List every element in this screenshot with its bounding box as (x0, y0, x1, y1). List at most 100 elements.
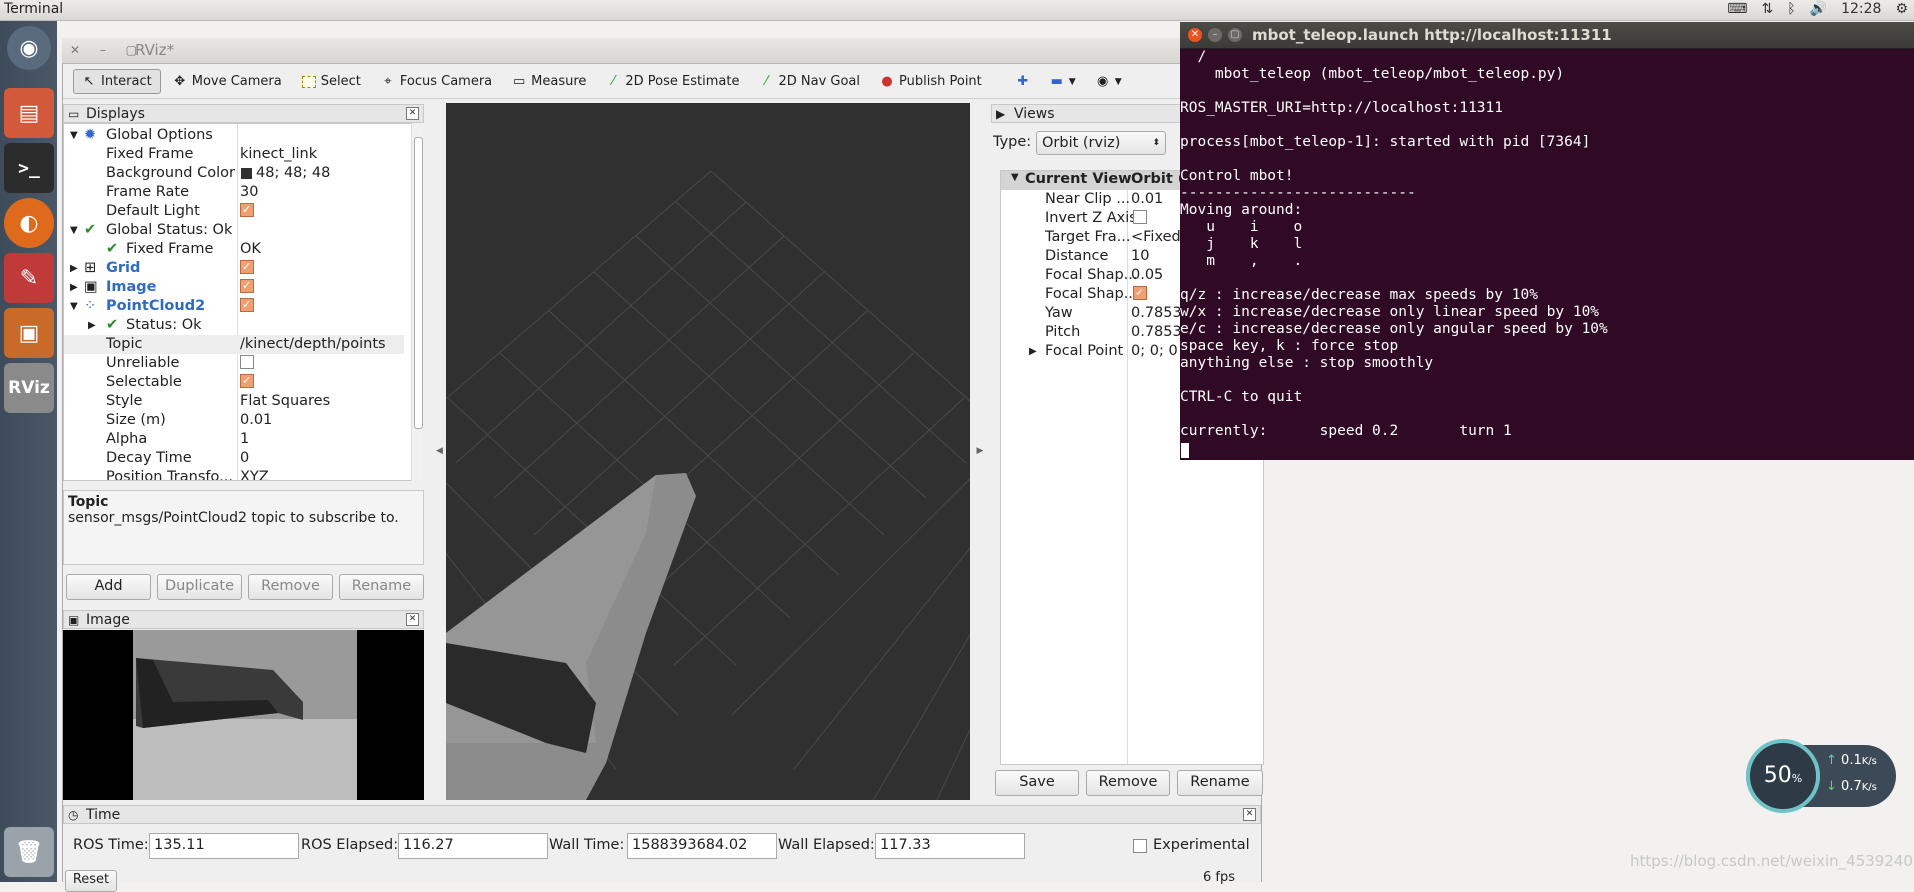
terminal-text: / mbot_teleop (mbot_teleop/mbot_teleop.p… (1180, 49, 1608, 439)
displays-scrollbar[interactable] (411, 123, 423, 481)
tree-row-default-light[interactable]: Default Light (64, 200, 404, 221)
expand-arrow-icon[interactable]: ▼ (70, 126, 78, 145)
cursor-icon: ↖ (83, 73, 95, 89)
tree-row-unreliable[interactable]: Unreliable (64, 354, 404, 373)
firefox-icon[interactable]: ◐ (4, 198, 54, 248)
focal-shape-checkbox[interactable] (1133, 283, 1147, 302)
tree-row-alpha[interactable]: Alpha 1 (64, 430, 404, 449)
expand-arrow-icon[interactable]: ▶ (88, 316, 96, 335)
bluetooth-icon[interactable]: ᛒ (1787, 1, 1795, 17)
tree-row-frame-rate[interactable]: Frame Rate 30 (64, 183, 404, 202)
image-checkbox[interactable] (240, 276, 254, 295)
tree-row-grid[interactable]: ▶ ⊞ Grid (64, 257, 404, 278)
measure-tool[interactable]: ▭ Measure (504, 70, 594, 93)
selectable-checkbox[interactable] (240, 371, 254, 390)
reset-button[interactable]: Reset (65, 870, 117, 892)
clock-icon: ◷ (68, 808, 79, 822)
ros-elapsed-field[interactable]: 116.27 (398, 833, 548, 859)
description-text: sensor_msgs/PointCloud2 topic to subscri… (68, 510, 399, 526)
tree-row-size[interactable]: Size (m) 0.01 (64, 411, 404, 430)
duplicate-button[interactable]: Duplicate (157, 574, 242, 600)
pose-estimate-tool[interactable]: ⁄ 2D Pose Estimate (598, 70, 747, 93)
tree-row-selectable[interactable]: Selectable (64, 371, 404, 392)
trash-icon[interactable]: 🗑 (4, 827, 54, 877)
maximize-icon[interactable]: ▢ (1228, 28, 1242, 42)
minimize-icon[interactable]: – (1208, 28, 1222, 42)
expand-arrow-icon[interactable]: ▶ (70, 278, 78, 297)
ubuntu-dash-icon[interactable]: ◉ (7, 26, 51, 70)
tree-row-position-transformer[interactable]: Position Transfo... XYZ (64, 468, 404, 480)
tree-row-global-options[interactable]: ▼ ✹ Global Options (64, 126, 404, 145)
tree-row-topic[interactable]: Topic/kinect/depth/points (64, 335, 404, 354)
add-tool-button[interactable]: ✚ (1008, 71, 1038, 93)
tree-row-style[interactable]: Style Flat Squares (64, 392, 404, 411)
view-type-select[interactable]: Orbit (rviz) ⬍ (1036, 131, 1166, 155)
power-icon[interactable]: ⚙ (1895, 1, 1908, 17)
window-controls[interactable]: ✕ – ▢ (70, 43, 145, 57)
rviz-icon[interactable]: RViz (4, 363, 54, 413)
expand-arrow-icon[interactable]: ▼ (70, 297, 78, 316)
tree-row-fixed-frame[interactable]: Fixed Frame kinect_link (64, 145, 404, 164)
views-remove-button[interactable]: Remove (1086, 770, 1170, 796)
move-camera-tool[interactable]: ✥ Move Camera (165, 70, 290, 93)
unreliable-checkbox[interactable] (240, 355, 254, 369)
upload-speed: ↑ 0.1K/s (1826, 753, 1877, 768)
expand-arrow-icon[interactable]: ▶ (1029, 342, 1037, 361)
remove-button[interactable]: Remove (248, 574, 333, 600)
3d-render-view[interactable] (446, 103, 970, 800)
tree-row-background-color[interactable]: Background Color 48; 48; 48 (64, 164, 404, 183)
views-save-button[interactable]: Save (995, 770, 1079, 796)
nav-goal-tool[interactable]: ⁄ 2D Nav Goal (751, 70, 868, 93)
close-icon[interactable]: ✕ (1188, 28, 1202, 42)
network-icon[interactable]: ⇅ (1762, 1, 1774, 17)
color-swatch[interactable] (241, 168, 252, 179)
settings-icon[interactable]: ✎ (4, 253, 54, 303)
tree-row-fixed-frame-status[interactable]: ✔ Fixed Frame OK (64, 240, 404, 259)
launcher: ◉ ▤ >_ ◐ ✎ ▣ RViz 🗑 (0, 21, 57, 882)
expand-arrow-icon[interactable]: ▶ (70, 259, 78, 278)
camera-type-button[interactable]: ◉ ▼ (1088, 71, 1130, 93)
terminal-icon[interactable]: >_ (4, 143, 54, 193)
ros-time-label: ROS Time: (73, 837, 149, 853)
grid-checkbox[interactable] (240, 257, 254, 276)
experimental-checkbox[interactable] (1133, 839, 1147, 853)
close-icon[interactable]: ✕ (1243, 808, 1256, 821)
clock[interactable]: 12:28 (1841, 1, 1881, 17)
tree-row-global-status[interactable]: ▼ ✔ Global Status: Ok (64, 221, 404, 240)
expand-arrow-icon[interactable]: ▼ (1011, 172, 1019, 183)
ros-time-field[interactable]: 135.11 (149, 833, 299, 859)
close-icon[interactable]: ✕ (406, 107, 419, 120)
rename-button[interactable]: Rename (339, 574, 424, 600)
select-tool[interactable]: Select (294, 70, 369, 93)
experimental-label: Experimental (1153, 837, 1250, 853)
views-rename-button[interactable]: Rename (1177, 770, 1263, 796)
focus-camera-tool[interactable]: ⌖ Focus Camera (373, 70, 500, 93)
interact-tool[interactable]: ↖ Interact (73, 69, 161, 94)
expand-arrow-icon[interactable]: ▼ (70, 221, 78, 240)
map-pin-icon: ● (881, 73, 893, 89)
pointcloud2-checkbox[interactable] (240, 295, 254, 314)
3d-scene (446, 170, 970, 800)
scrollbar-thumb[interactable] (414, 137, 423, 429)
tree-row-pointcloud-status[interactable]: ▶ ✔ Status: Ok (64, 316, 404, 335)
default-light-checkbox[interactable] (240, 200, 254, 219)
wall-time-field[interactable]: 1588393684.02 (627, 833, 777, 859)
wall-elapsed-field[interactable]: 117.33 (875, 833, 1025, 859)
tree-row-pointcloud2[interactable]: ▼ ⁘ PointCloud2 (64, 295, 404, 316)
publish-point-tool[interactable]: ● Publish Point (872, 70, 990, 93)
collapse-left-handle[interactable]: ◀ (433, 103, 446, 800)
terminal-output[interactable]: / mbot_teleop (mbot_teleop/mbot_teleop.p… (1180, 49, 1914, 460)
remove-tool-button[interactable]: ▬ ▼ (1042, 71, 1084, 93)
files-icon[interactable]: ▤ (4, 88, 54, 138)
invert-z-checkbox[interactable] (1133, 210, 1147, 224)
tree-row-image[interactable]: ▶ ▣ Image (64, 276, 404, 297)
keyboard-icon[interactable]: ⌨ (1727, 1, 1747, 17)
tree-row-decay-time[interactable]: Decay Time 0 (64, 449, 404, 468)
add-button[interactable]: Add (66, 574, 151, 600)
close-icon[interactable]: ✕ (406, 613, 419, 626)
package-icon[interactable]: ▣ (4, 308, 54, 358)
collapse-right-handle[interactable]: ▶ (970, 103, 990, 800)
volume-icon[interactable]: 🔊 (1810, 1, 1827, 17)
displays-header: ▭ Displays ✕ (63, 104, 424, 123)
monitor-icon: ▭ (68, 107, 80, 121)
